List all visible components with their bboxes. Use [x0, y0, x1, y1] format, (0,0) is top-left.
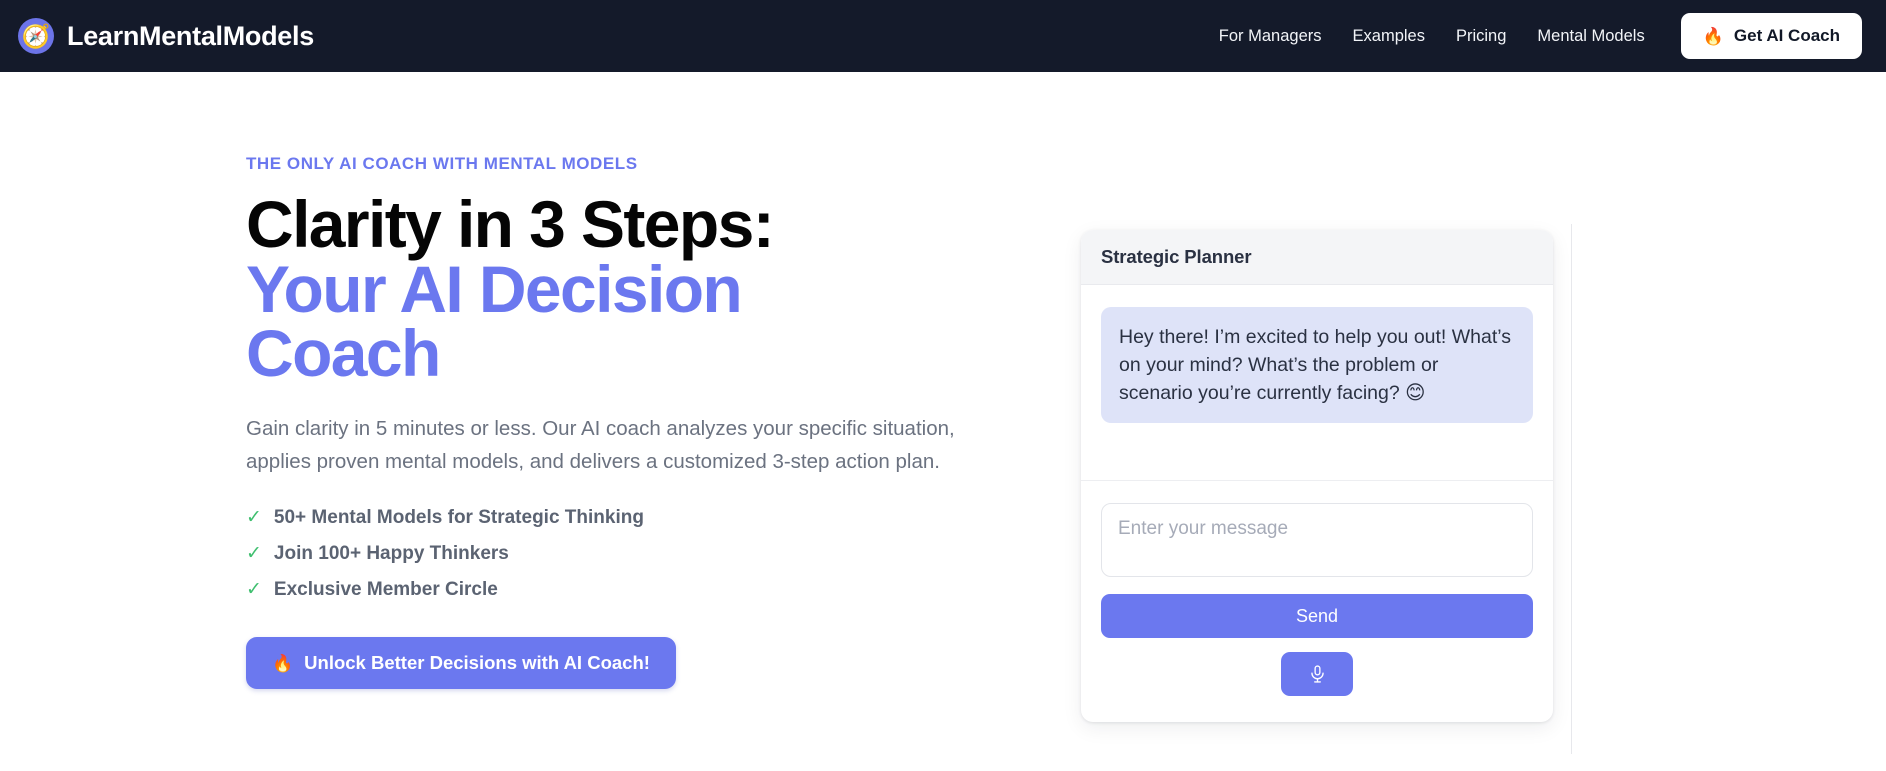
check-icon: ✓	[246, 507, 262, 529]
chat-message-assistant: Hey there! I’m excited to help you out! …	[1101, 307, 1533, 424]
chat-widget: Strategic Planner Hey there! I’m excited…	[1081, 230, 1553, 722]
mic-row	[1101, 652, 1533, 696]
compass-icon: 🧭	[18, 18, 54, 54]
headline-line-2: Your AI Decision Coach	[246, 251, 743, 391]
hero-section: THE ONLY AI COACH WITH MENTAL MODELS Cla…	[0, 72, 1040, 771]
hero-description: Gain clarity in 5 minutes or less. Our A…	[246, 417, 955, 474]
nav-item-mental-models[interactable]: Mental Models	[1537, 27, 1644, 46]
chat-message-list: Hey there! I’m excited to help you out! …	[1081, 285, 1553, 481]
check-icon: ✓	[246, 579, 262, 601]
headline-line-1: Clarity in 3 Steps:	[246, 187, 775, 261]
microphone-icon	[1308, 663, 1327, 685]
brand-name: LearnMentalModels	[67, 20, 314, 51]
send-button[interactable]: Send	[1101, 594, 1533, 638]
check-icon: ✓	[246, 543, 262, 565]
chat-card: Strategic Planner Hey there! I’m excited…	[1081, 230, 1553, 722]
benefit-label: 50+ Mental Models for Strategic Thinking	[273, 507, 644, 529]
chat-input-area: Send	[1081, 481, 1553, 722]
main-nav: For Managers Examples Pricing Mental Mod…	[1219, 27, 1645, 46]
content-divider	[1571, 224, 1572, 754]
microphone-button[interactable]	[1281, 652, 1353, 696]
nav-item-pricing[interactable]: Pricing	[1456, 27, 1506, 46]
list-item: ✓ 50+ Mental Models for Strategic Thinki…	[246, 506, 1040, 529]
page-title: Clarity in 3 Steps: Your AI Decision Coa…	[246, 191, 886, 391]
brand-logo-link[interactable]: 🧭 LearnMentalModels	[18, 18, 314, 54]
get-ai-coach-button[interactable]: 🔥 Get AI Coach	[1680, 13, 1862, 59]
unlock-better-decisions-button[interactable]: 🔥 Unlock Better Decisions with AI Coach!	[246, 637, 676, 690]
list-item: ✓ Exclusive Member Circle	[246, 578, 1040, 601]
flame-icon: 🔥	[272, 653, 294, 673]
message-input[interactable]	[1101, 503, 1533, 577]
benefit-label: Join 100+ Happy Thinkers	[273, 543, 509, 565]
chat-header: Strategic Planner	[1081, 230, 1553, 285]
nav-item-for-managers[interactable]: For Managers	[1219, 27, 1322, 46]
site-header: 🧭 LearnMentalModels For Managers Example…	[0, 0, 1886, 72]
hero-cta-label: Unlock Better Decisions with AI Coach!	[304, 652, 650, 674]
chat-title: Strategic Planner	[1101, 246, 1252, 267]
benefits-list: ✓ 50+ Mental Models for Strategic Thinki…	[246, 506, 1040, 601]
hero-eyebrow: THE ONLY AI COACH WITH MENTAL MODELS	[246, 154, 638, 173]
nav-item-examples[interactable]: Examples	[1353, 27, 1425, 46]
benefit-label: Exclusive Member Circle	[273, 579, 498, 601]
flame-icon: 🔥	[1702, 26, 1724, 46]
list-item: ✓ Join 100+ Happy Thinkers	[246, 542, 1040, 565]
page-body: THE ONLY AI COACH WITH MENTAL MODELS Cla…	[0, 72, 1886, 771]
get-ai-coach-label: Get AI Coach	[1733, 26, 1840, 45]
